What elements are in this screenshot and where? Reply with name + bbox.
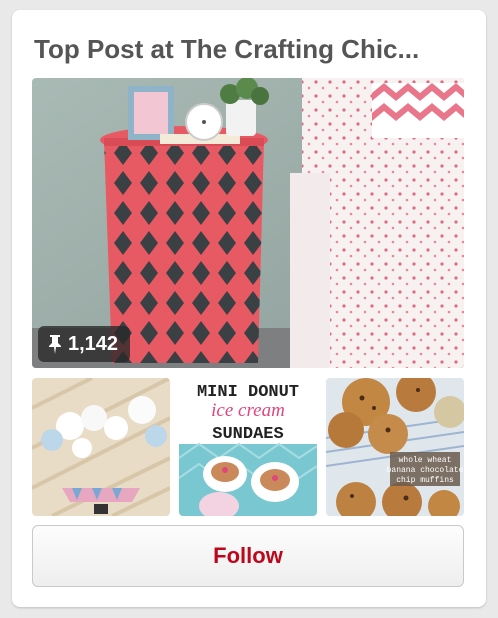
thumbnail-caption-bottom: SUNDAES [212,425,283,444]
thumbnail-row: MINI DONUT ice cream SUNDAES whole wheat… [32,378,464,516]
main-pin-image[interactable]: 1,142 [32,78,464,368]
follow-button[interactable]: Follow [32,525,464,587]
thumbnail-caption-line1: whole wheat [399,456,452,465]
thumbnail-caption-mid: ice cream [211,400,285,421]
repin-count: 1,142 [68,332,119,355]
thumbnail-balloons[interactable] [32,378,170,516]
thumbnail-caption-line2: banana chocolate [387,466,464,475]
pinterest-board-widget: Top Post at The Crafting Chic... 1,142 M… [12,10,486,607]
thumbnail-muffins[interactable]: whole wheat banana chocolate chip muffin… [326,378,464,516]
repin-count-badge[interactable]: 1,142 [38,326,131,362]
thumbnail-caption-line3: chip muffins [396,476,454,485]
pushpin-icon [48,334,62,354]
thumbnail-mini-donut[interactable]: MINI DONUT ice cream SUNDAES [179,378,317,516]
board-title[interactable]: Top Post at The Crafting Chic... [34,34,464,65]
